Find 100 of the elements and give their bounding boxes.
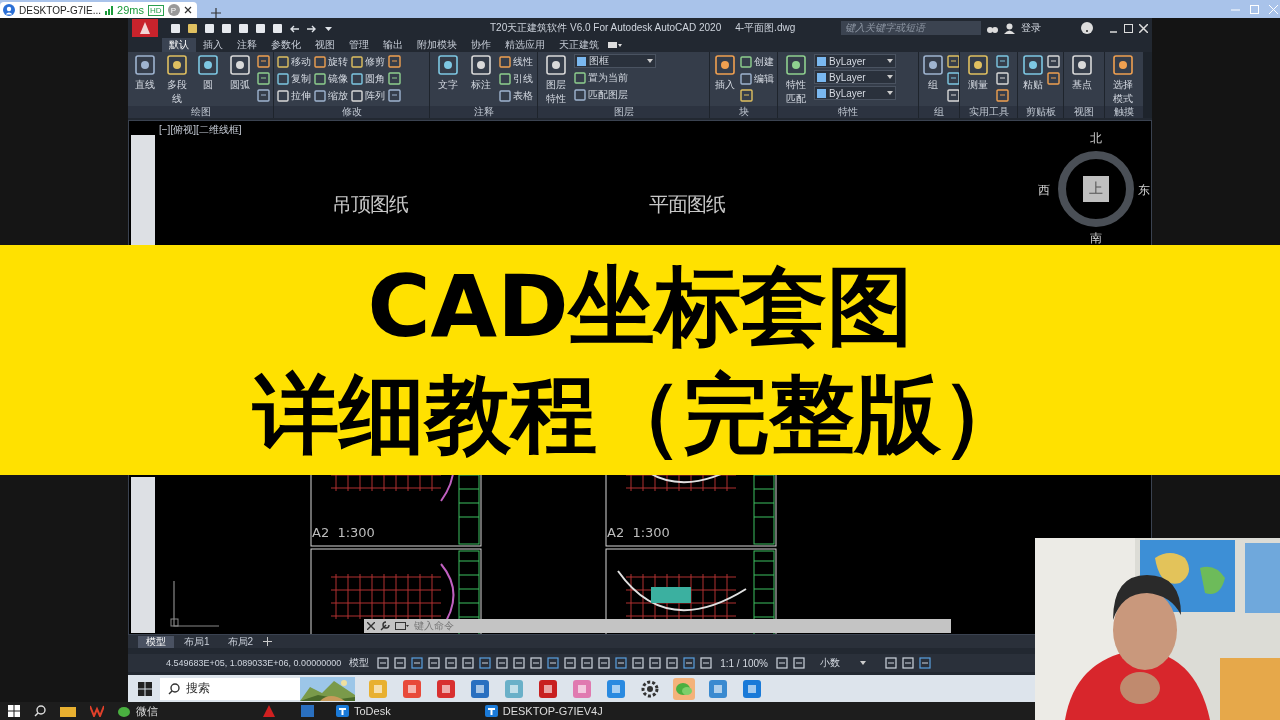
status-tool-icon[interactable] xyxy=(632,657,645,669)
browser-tab[interactable]: DESKTOP-G7IE... 29ms HD P xyxy=(0,2,197,18)
panel-label[interactable]: 组 xyxy=(919,106,959,118)
user-icon[interactable] xyxy=(1004,22,1016,34)
dropdown[interactable]: ByLayer xyxy=(814,70,896,84)
panel-label[interactable]: 剪贴板 xyxy=(1018,106,1063,118)
ribbon-button[interactable]: 镜像 xyxy=(314,71,348,86)
status-tool-icon[interactable] xyxy=(666,657,679,669)
status-tool-icon[interactable] xyxy=(885,657,897,669)
ribbon-button[interactable]: 组 xyxy=(922,54,944,92)
status-tool-icon[interactable] xyxy=(700,657,713,669)
ribbon-tab[interactable]: 精选应用 xyxy=(498,38,552,52)
taskbar-app[interactable]: DESKTOP-G7IEV4J xyxy=(484,705,603,717)
viewcube-face[interactable]: 上 xyxy=(1083,176,1109,202)
panel-label[interactable]: 块 xyxy=(710,106,777,118)
wrench-icon[interactable] xyxy=(380,621,390,631)
status-tool-icon[interactable] xyxy=(793,657,805,669)
status-tool-icon[interactable] xyxy=(564,657,577,669)
ribbon-tab[interactable]: 视图 xyxy=(308,38,342,52)
ribbon-tab[interactable]: 天正建筑 xyxy=(552,38,606,52)
tool-icon[interactable] xyxy=(257,88,270,103)
status-tool-icon[interactable] xyxy=(902,657,914,669)
status-tool-icon[interactable] xyxy=(479,657,492,669)
ribbon-button[interactable]: 置为当前 xyxy=(574,70,656,85)
status-tool-icon[interactable] xyxy=(496,657,509,669)
new-tab-icon[interactable] xyxy=(210,8,221,18)
tool-icon[interactable] xyxy=(388,71,401,86)
dropdown[interactable]: ByLayer xyxy=(814,54,896,68)
search-icon[interactable] xyxy=(34,705,46,717)
status-tool-icon[interactable] xyxy=(598,657,611,669)
compass-label[interactable]: 南 xyxy=(1090,231,1102,245)
ribbon-button[interactable]: 粘贴 xyxy=(1021,54,1044,92)
ribbon-tab[interactable]: 附加模块 xyxy=(410,38,464,52)
tool-icon[interactable] xyxy=(996,54,1009,69)
status-tool-icon[interactable] xyxy=(919,657,931,669)
ribbon-button[interactable]: 阵列 xyxy=(351,88,385,103)
ribbon-button[interactable]: 标注 xyxy=(466,54,496,92)
ribbon-tab[interactable]: 管理 xyxy=(342,38,376,52)
tool-icon[interactable] xyxy=(1047,54,1060,69)
layout-tab[interactable]: 布局1 xyxy=(176,635,218,648)
ribbon-button[interactable]: 直线 xyxy=(131,54,160,92)
status-tool-icon[interactable] xyxy=(581,657,594,669)
compass-label[interactable]: 北 xyxy=(1090,131,1102,145)
ribbon-button[interactable]: 表格 xyxy=(499,88,533,103)
tool-icon[interactable] xyxy=(257,71,270,86)
taskbar-app[interactable]: ToDesk xyxy=(336,705,391,717)
ribbon-button[interactable]: 圆弧 xyxy=(225,54,254,92)
close-icon[interactable] xyxy=(183,6,192,14)
compass-label[interactable]: 西 xyxy=(1038,183,1050,197)
viewport-label[interactable]: [−][俯视][二维线框] xyxy=(159,123,242,137)
status-tool-icon[interactable] xyxy=(462,657,475,669)
status-tool-icon[interactable] xyxy=(513,657,526,669)
panel-label[interactable]: 视图 xyxy=(1064,106,1104,118)
ribbon-button[interactable]: 多段线 xyxy=(162,54,191,106)
app-logo[interactable] xyxy=(132,19,158,37)
tool-icon[interactable] xyxy=(947,88,959,103)
add-tab-icon[interactable] xyxy=(263,637,273,646)
windows-icon[interactable] xyxy=(8,705,20,717)
units-dropdown[interactable]: 小数 xyxy=(810,656,880,670)
panel-label[interactable]: 触摸 xyxy=(1105,106,1143,118)
panel-label[interactable]: 图层 xyxy=(538,106,709,118)
taskbar-app[interactable]: 微信 xyxy=(118,703,158,719)
search-field[interactable]: 搜索 xyxy=(160,677,300,700)
ribbon-button[interactable]: 图层特性 xyxy=(541,54,571,106)
status-tool-icon[interactable] xyxy=(615,657,628,669)
status-tool-icon[interactable] xyxy=(547,657,560,669)
status-tool-icon[interactable] xyxy=(530,657,543,669)
tool-icon[interactable] xyxy=(996,88,1009,103)
ribbon-button[interactable]: 圆角 xyxy=(351,71,385,86)
panel-label[interactable]: 绘图 xyxy=(128,106,273,118)
compass-label[interactable]: 东 xyxy=(1138,183,1150,197)
app-icon[interactable] xyxy=(469,677,491,700)
layout-tab[interactable]: 布局2 xyxy=(219,635,262,648)
model-space-button[interactable]: 模型 xyxy=(346,656,373,670)
ribbon-button[interactable]: 拉伸 xyxy=(277,88,311,103)
ribbon-tab[interactable]: 默认 xyxy=(162,38,196,52)
windows-icon[interactable] xyxy=(138,681,152,696)
ribbon-button[interactable]: 移动 xyxy=(277,54,311,69)
status-tool-icon[interactable] xyxy=(649,657,662,669)
tool-icon[interactable] xyxy=(996,71,1009,86)
dropdown[interactable]: ByLayer xyxy=(814,86,896,100)
panel-label[interactable]: 实用工具 xyxy=(960,106,1017,118)
camera-icon[interactable] xyxy=(606,40,622,50)
panel-label[interactable]: 修改 xyxy=(274,106,429,118)
maximize-icon[interactable] xyxy=(1124,23,1133,33)
annotation-scale[interactable]: 1:1 / 100% xyxy=(717,657,771,669)
ribbon-button[interactable]: 文字 xyxy=(433,54,463,92)
ribbon-tab[interactable]: 插入 xyxy=(196,38,230,52)
ribbon-tab[interactable]: 注释 xyxy=(230,38,264,52)
ribbon-button[interactable]: 匹配图层 xyxy=(574,87,656,102)
status-tool-icon[interactable] xyxy=(377,657,390,669)
ribbon-button[interactable]: 插入 xyxy=(713,54,737,92)
panel-label[interactable]: 特性 xyxy=(778,106,918,118)
tool-icon[interactable] xyxy=(1047,71,1060,86)
help-icon[interactable] xyxy=(1081,22,1094,34)
prompt-icon[interactable] xyxy=(395,621,409,631)
ribbon-button[interactable]: 圆 xyxy=(194,54,223,92)
ribbon-tab[interactable]: 协作 xyxy=(464,38,498,52)
ribbon-button[interactable]: 特性匹配 xyxy=(781,54,811,106)
ribbon-button[interactable]: 基点 xyxy=(1067,54,1097,92)
